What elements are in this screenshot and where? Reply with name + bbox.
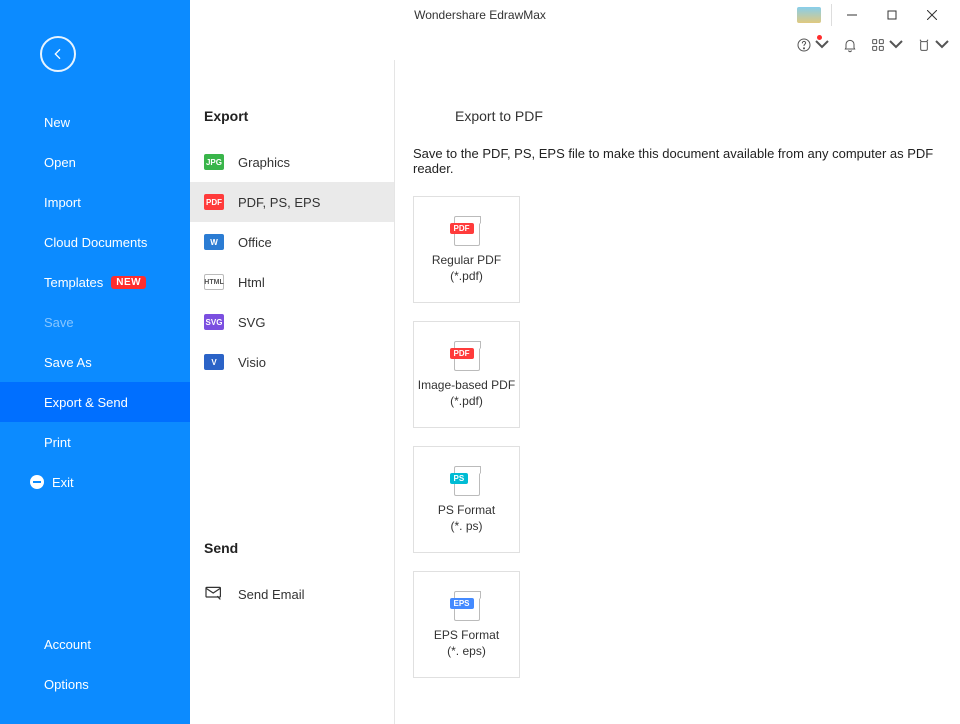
maximize-button[interactable] xyxy=(872,0,912,30)
option-eps[interactable]: EPS EPS Format(*. eps) xyxy=(413,571,520,678)
sidebar-item-label: Exit xyxy=(52,475,74,490)
export-item-html[interactable]: HTML Html xyxy=(190,262,394,302)
sidebar-item-label: Account xyxy=(44,637,91,652)
sidebar-item-templates[interactable]: Templates NEW xyxy=(0,262,190,302)
sidebar: New Open Import Cloud Documents Template… xyxy=(0,0,190,724)
list-item-label: PDF, PS, EPS xyxy=(238,195,320,210)
apps-button[interactable] xyxy=(870,37,904,53)
bell-button[interactable] xyxy=(842,37,858,53)
sidebar-item-open[interactable]: Open xyxy=(0,142,190,182)
svg-icon: SVG xyxy=(204,314,224,330)
word-icon: W xyxy=(204,234,224,250)
sidebar-item-label: Save xyxy=(44,315,74,330)
sidebar-item-label: Print xyxy=(44,435,71,450)
sidebar-item-account[interactable]: Account xyxy=(0,624,190,664)
list-item-label: Html xyxy=(238,275,265,290)
email-icon xyxy=(204,585,224,604)
visio-icon: V xyxy=(204,354,224,370)
content: Export to PDF Save to the PDF, PS, EPS f… xyxy=(395,60,960,724)
notification-dot xyxy=(817,35,822,40)
option-regular-pdf[interactable]: PDF Regular PDF(*.pdf) xyxy=(413,196,520,303)
option-ps[interactable]: PS PS Format(*. ps) xyxy=(413,446,520,553)
card-label: Regular PDF(*.pdf) xyxy=(432,253,501,284)
export-item-office[interactable]: W Office xyxy=(190,222,394,262)
card-label: Image-based PDF(*.pdf) xyxy=(418,378,515,409)
export-section-title: Export xyxy=(190,90,394,142)
theme-button[interactable] xyxy=(916,37,950,53)
export-item-visio[interactable]: V Visio xyxy=(190,342,394,382)
minimize-button[interactable] xyxy=(832,0,872,30)
html-icon: HTML xyxy=(204,274,224,290)
avatar[interactable] xyxy=(797,7,821,23)
sidebar-item-label: New xyxy=(44,115,70,130)
sidebar-item-label: Options xyxy=(44,677,89,692)
sidebar-item-save[interactable]: Save xyxy=(0,302,190,342)
help-button[interactable] xyxy=(796,37,830,53)
jpg-icon: JPG xyxy=(204,154,224,170)
sidebar-item-cloud-documents[interactable]: Cloud Documents xyxy=(0,222,190,262)
sidebar-item-label: Import xyxy=(44,195,81,210)
card-label: EPS Format(*. eps) xyxy=(434,628,499,659)
option-image-pdf[interactable]: PDF Image-based PDF(*.pdf) xyxy=(413,321,520,428)
back-button[interactable] xyxy=(40,36,76,72)
ps-file-icon: PS xyxy=(453,465,481,497)
app-title: Wondershare EdrawMax xyxy=(414,8,546,22)
card-label: PS Format(*. ps) xyxy=(438,503,495,534)
export-item-pdf[interactable]: PDF PDF, PS, EPS xyxy=(190,182,394,222)
close-button[interactable] xyxy=(912,0,952,30)
list-item-label: Office xyxy=(238,235,272,250)
send-item-email[interactable]: Send Email xyxy=(190,574,394,614)
exit-icon xyxy=(30,475,44,489)
sidebar-item-print[interactable]: Print xyxy=(0,422,190,462)
sidebar-item-label: Open xyxy=(44,155,76,170)
sidebar-item-import[interactable]: Import xyxy=(0,182,190,222)
list-item-label: Graphics xyxy=(238,155,290,170)
sidebar-item-label: Export & Send xyxy=(44,395,128,410)
content-description: Save to the PDF, PS, EPS file to make th… xyxy=(413,146,942,176)
send-section-title: Send xyxy=(190,522,394,574)
export-item-svg[interactable]: SVG SVG xyxy=(190,302,394,342)
list-item-label: Send Email xyxy=(238,587,304,602)
sidebar-item-export-send[interactable]: Export & Send xyxy=(0,382,190,422)
sidebar-item-label: Templates xyxy=(44,275,103,290)
list-item-label: SVG xyxy=(238,315,265,330)
sidebar-item-new[interactable]: New xyxy=(0,102,190,142)
pdf-icon: PDF xyxy=(204,194,224,210)
sidebar-item-options[interactable]: Options xyxy=(0,664,190,704)
pdf-file-icon: PDF xyxy=(453,340,481,372)
export-item-graphics[interactable]: JPG Graphics xyxy=(190,142,394,182)
new-badge: NEW xyxy=(111,276,146,289)
eps-file-icon: EPS xyxy=(453,590,481,622)
sidebar-item-label: Save As xyxy=(44,355,92,370)
pdf-file-icon: PDF xyxy=(453,215,481,247)
list-item-label: Visio xyxy=(238,355,266,370)
content-heading: Export to PDF xyxy=(395,60,960,120)
sidebar-item-label: Cloud Documents xyxy=(44,235,147,250)
export-list: Export JPG Graphics PDF PDF, PS, EPS W Offi… xyxy=(190,60,395,724)
sidebar-item-save-as[interactable]: Save As xyxy=(0,342,190,382)
sidebar-item-exit[interactable]: Exit xyxy=(0,462,190,502)
